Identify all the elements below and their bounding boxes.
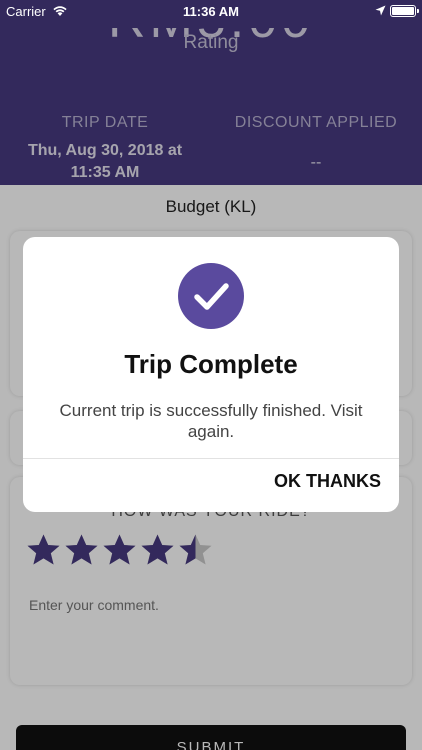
battery-icon [390,5,419,17]
star-icon[interactable] [140,533,175,568]
discount-label: DISCOUNT APPLIED [234,114,398,131]
star-icon[interactable] [178,533,213,568]
clock: 11:36 AM [183,4,239,19]
page-title: Rating [183,32,239,53]
trip-date-label: TRIP DATE [61,114,149,131]
checkmark-icon [178,263,244,329]
comment-input[interactable] [29,597,389,613]
dialog-message: Current trip is successfully finished. V… [59,401,363,441]
dialog-divider [23,458,399,459]
submit-button[interactable]: SUBMIT [16,725,406,750]
discount-value: -- [310,154,322,171]
status-bar: Carrier 11:36 AM [0,0,422,22]
discount-block: DISCOUNT APPLIED -- [226,114,406,174]
star-rating[interactable] [26,533,213,568]
star-icon[interactable] [102,533,137,568]
ok-thanks-button[interactable]: OK THANKS [274,471,381,492]
star-icon[interactable] [26,533,61,568]
trip-date-block: TRIP DATE Thu, Aug 30, 2018 at 11:35 AM [15,114,195,184]
location-arrow-icon [375,5,386,16]
dialog-title: Trip Complete [124,349,298,379]
trip-date-value: Thu, Aug 30, 2018 at 11:35 AM [27,142,183,181]
trip-complete-dialog: Trip Complete Current trip is successful… [23,237,399,512]
car-type-label: Budget (KL) [165,197,257,216]
star-icon[interactable] [64,533,99,568]
rating-header: RM5.00 Rating TRIP DATE Thu, Aug 30, 201… [0,0,422,185]
